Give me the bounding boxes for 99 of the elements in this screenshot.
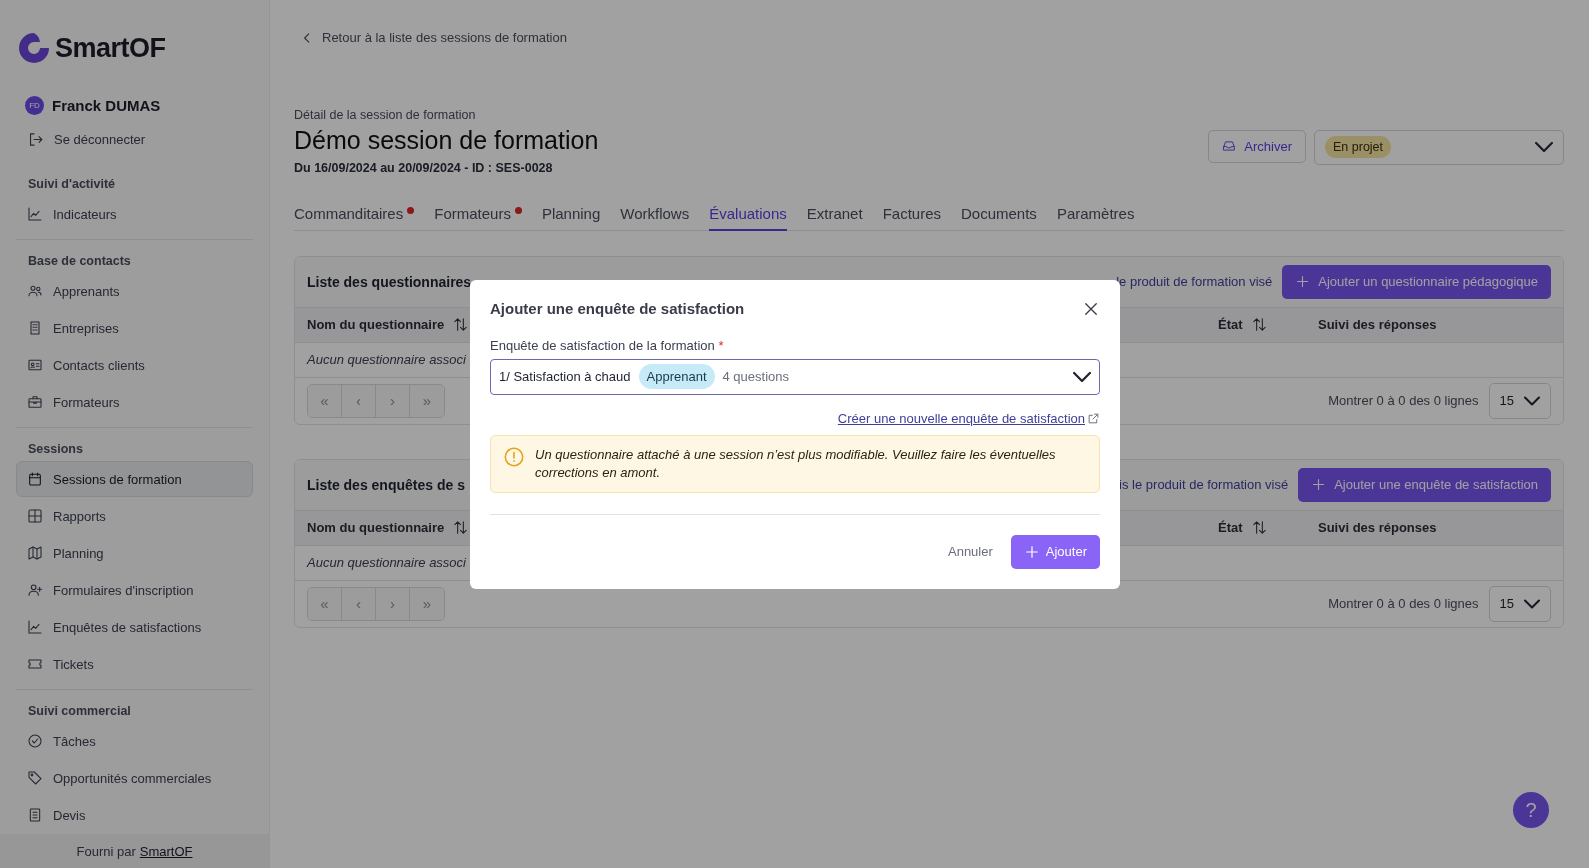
sidebar-item[interactable]: Planning — [16, 535, 253, 571]
section-title: Suivi commercial — [27, 703, 132, 720]
sidebar-item[interactable]: Entreprises — [16, 310, 253, 346]
footer-text: Fourni par — [76, 843, 136, 859]
pager-button[interactable]: ‹ — [342, 587, 376, 620]
survey-select[interactable]: 1/ Satisfaction à chaud Apprenant 4 questions — [490, 358, 1100, 395]
map-icon — [27, 545, 43, 561]
pager-button[interactable]: › — [376, 587, 410, 620]
sidebar-item[interactable]: Opportunités commerciales — [16, 760, 253, 796]
row-range: Montrer 0 à 0 des 0 lignes — [1328, 393, 1479, 408]
panel-title: Liste des enquêtes de s — [307, 476, 465, 493]
plus-icon — [1295, 274, 1311, 289]
tab[interactable]: Factures — [882, 198, 941, 231]
page-title: Démo session de formation — [294, 125, 599, 155]
pager-button[interactable]: ‹ — [342, 384, 376, 417]
cancel-button[interactable]: Annuler — [948, 544, 993, 559]
logo-icon — [16, 30, 52, 66]
pager-button[interactable]: » — [410, 587, 444, 620]
archive-button[interactable]: Archiver — [1208, 129, 1306, 163]
logo-text: SmartOF — [55, 32, 166, 64]
plus-icon — [1023, 543, 1040, 560]
column-header[interactable]: Nom du questionnaire — [307, 519, 1218, 536]
section-title: Suivi d'activité — [27, 176, 117, 193]
sidebar-item[interactable]: Devis — [16, 797, 253, 833]
tab[interactable]: Planning — [541, 198, 601, 231]
help-button[interactable]: ? — [1513, 792, 1549, 828]
briefcase-icon — [27, 394, 43, 410]
alert-dot — [407, 206, 415, 214]
grid-icon — [27, 508, 43, 524]
logout-icon — [27, 130, 44, 148]
sidebar-item[interactable]: Sessions de formation — [16, 461, 253, 497]
add-button[interactable]: Ajouter un questionnaire pédagogique — [1282, 264, 1551, 299]
sidebar-item[interactable]: Apprenants — [16, 273, 253, 309]
column-header: Suivi des réponses — [1318, 520, 1438, 535]
chart-icon — [27, 206, 43, 222]
pager-button[interactable]: « — [308, 587, 342, 620]
sidebar-item[interactable]: Indicateurs — [16, 196, 253, 232]
tab[interactable]: Commanditaires — [294, 198, 415, 231]
calendar-icon — [27, 471, 43, 487]
sort-icon — [1250, 519, 1268, 536]
panel-title: Liste des questionnaires — [307, 273, 472, 290]
create-survey-link[interactable]: Créer une nouvelle enquête de satisfaction — [837, 410, 1100, 426]
user-avatar: FD — [25, 96, 44, 115]
warning-icon — [503, 445, 525, 468]
add-button[interactable]: Ajouter une enquête de satisfaction — [1298, 467, 1551, 502]
status-badge: En projet — [1325, 136, 1392, 158]
chart-icon — [27, 619, 43, 635]
check-circle-icon — [27, 733, 43, 749]
tab[interactable]: Formateurs — [434, 198, 522, 231]
page-subtitle: Détail de la session de formation — [294, 107, 477, 122]
user-plus-icon — [27, 582, 43, 598]
back-link[interactable]: Retour à la liste des sessions de formation — [300, 30, 567, 45]
submit-button[interactable]: Ajouter — [1010, 534, 1100, 569]
audience-tag: Apprenant — [638, 364, 715, 389]
plus-icon — [1311, 477, 1327, 492]
column-header[interactable]: État — [1218, 519, 1318, 536]
sidebar-item[interactable]: Contacts clients — [16, 347, 253, 383]
pager-button[interactable]: › — [376, 384, 410, 417]
tab[interactable]: Extranet — [806, 198, 863, 231]
status-select[interactable]: En projet — [1314, 129, 1564, 165]
sort-icon — [1250, 316, 1268, 333]
alert-dot — [514, 206, 522, 214]
external-link-icon — [1087, 411, 1100, 425]
column-header: Suivi des réponses — [1318, 317, 1438, 332]
filter-text[interactable]: is le produit de formation visé — [1119, 477, 1289, 492]
sort-icon — [452, 519, 470, 536]
section-title: Base de contacts — [27, 253, 132, 270]
sidebar-item[interactable]: Tâches — [16, 723, 253, 759]
ticket-icon — [27, 656, 43, 672]
modal-title: Ajouter une enquête de satisfaction — [490, 300, 745, 317]
pager-button[interactable]: « — [308, 384, 342, 417]
row-range: Montrer 0 à 0 des 0 lignes — [1328, 596, 1479, 611]
sidebar-item[interactable]: Enquêtes de satisfactions — [16, 609, 253, 645]
user-name: Franck DUMAS — [52, 97, 161, 114]
logout-link[interactable]: Se déconnecter — [16, 126, 253, 152]
tab[interactable]: Paramètres — [1056, 198, 1135, 231]
column-header[interactable]: Nom du questionnaire — [307, 316, 1218, 333]
document-icon — [27, 807, 43, 823]
sort-icon — [452, 316, 470, 333]
building-icon — [27, 320, 43, 336]
tab[interactable]: Documents — [961, 198, 1037, 231]
sidebar-item[interactable]: Formulaires d'inscription — [16, 572, 253, 608]
column-header[interactable]: État — [1218, 316, 1318, 333]
page-size-select[interactable]: 15 — [1488, 585, 1551, 622]
warning-text: Un questionnaire attaché à une session n’est plus modifiable. Veuillez faire les éventuelles corrections en amont. — [535, 445, 1057, 482]
sidebar-item[interactable]: Formateurs — [16, 384, 253, 420]
section-title: Sessions — [27, 441, 84, 458]
page-size-select[interactable]: 15 — [1488, 382, 1551, 419]
tab[interactable]: Workflows — [620, 198, 690, 231]
session-dates: Du 16/09/2024 au 20/09/2024 - ID : SES-0028 — [294, 160, 554, 175]
id-card-icon — [27, 357, 43, 373]
sidebar-item[interactable]: Tickets — [16, 646, 253, 682]
inbox-icon — [1222, 139, 1237, 153]
sidebar-item[interactable]: Rapports — [16, 498, 253, 534]
tab[interactable]: Évaluations — [709, 198, 787, 231]
tag-icon — [27, 770, 43, 786]
footer-link[interactable]: SmartOF — [139, 843, 193, 859]
pager-button[interactable]: » — [410, 384, 444, 417]
users-icon — [27, 283, 43, 299]
